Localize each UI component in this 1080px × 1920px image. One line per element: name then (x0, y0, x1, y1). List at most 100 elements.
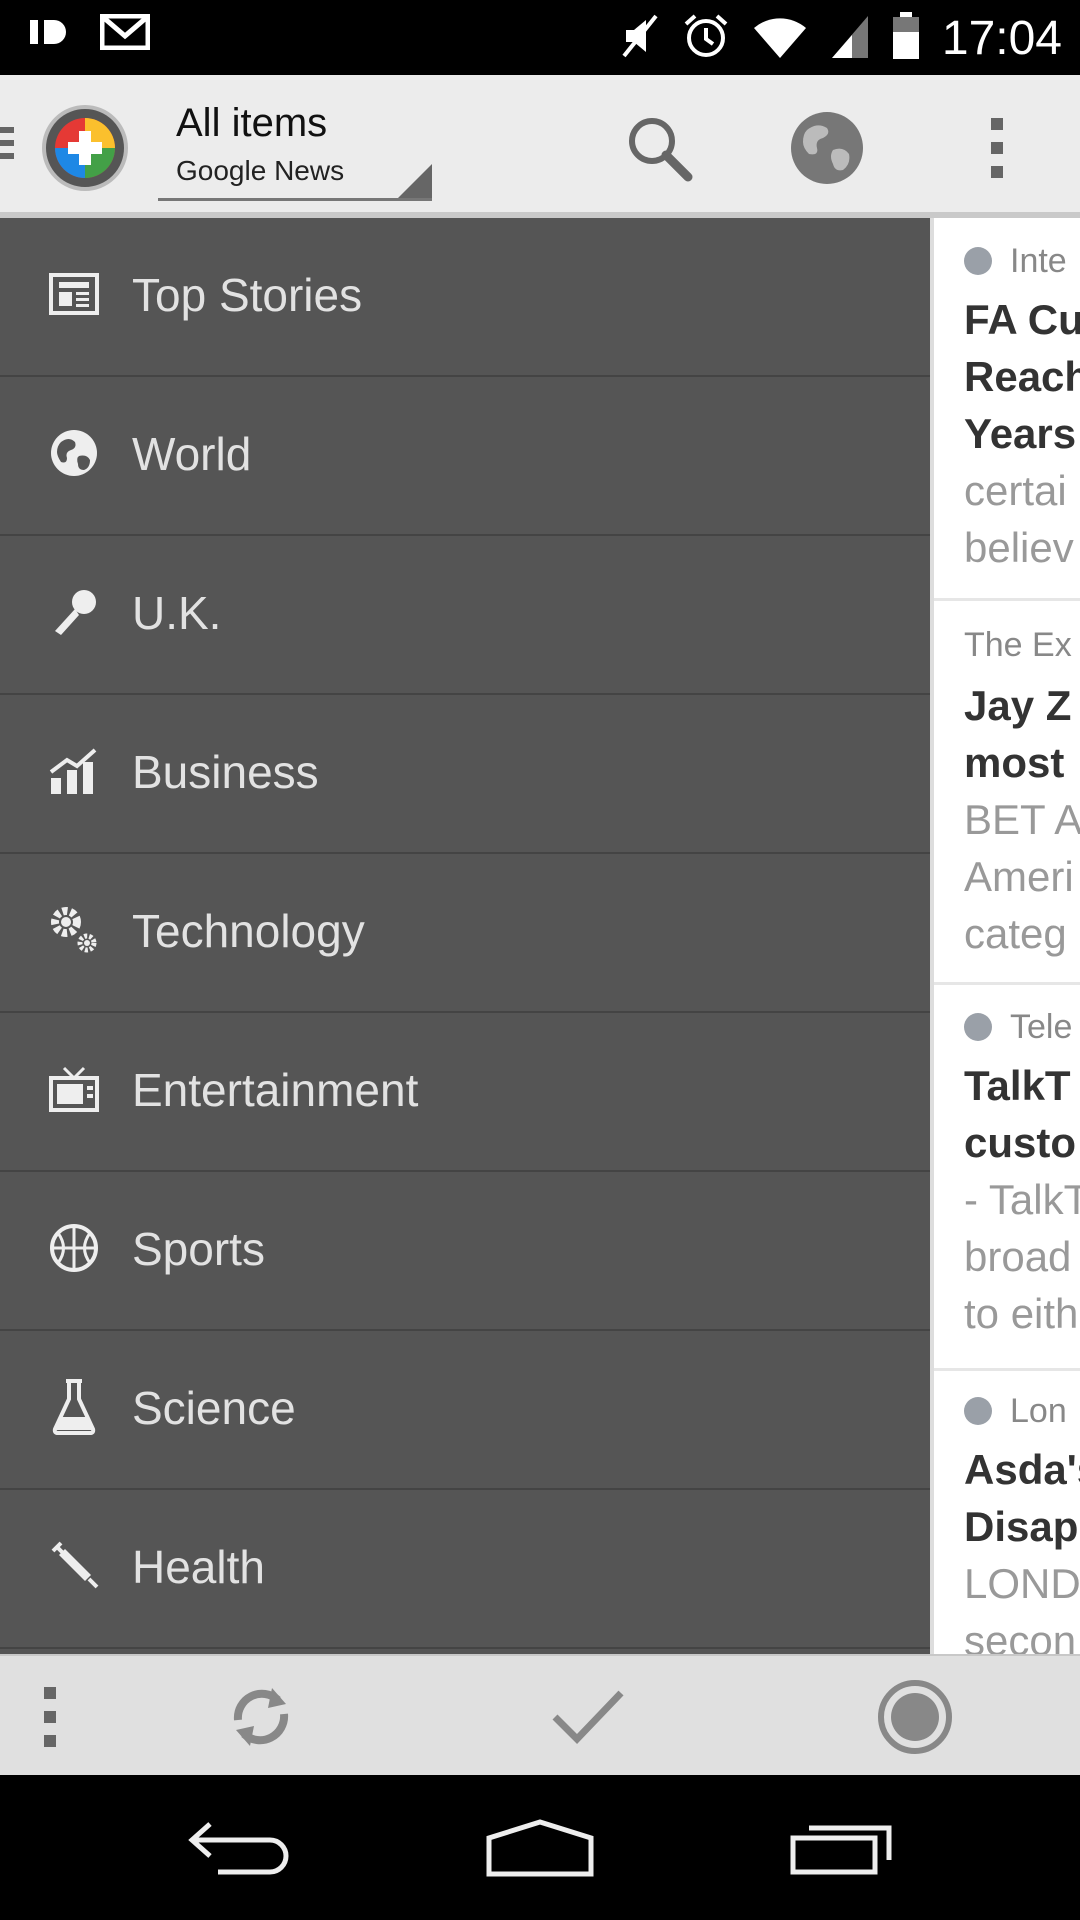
tv-icon (48, 1063, 100, 1115)
dolby-icon (30, 16, 72, 53)
feed-spinner[interactable]: All items Google News (158, 101, 432, 201)
drawer-item-uk[interactable]: U.K. (0, 536, 930, 695)
overflow-menu-icon[interactable] (954, 105, 1040, 191)
article-source-text: Inte (1010, 242, 1067, 280)
google-news-logo[interactable] (42, 105, 128, 191)
battery-icon (892, 11, 920, 65)
headline-line: Reach (964, 353, 1080, 400)
unread-dot-icon (964, 1397, 992, 1425)
gmail-icon (99, 13, 151, 55)
record-icon[interactable] (872, 1674, 958, 1760)
snippet-line: LOND (964, 1560, 1080, 1607)
drawer-item-technology[interactable]: Technology (0, 854, 930, 1013)
headline-line: most (964, 739, 1065, 786)
article-snippet: LOND secon (964, 1555, 1080, 1654)
drawer-item-label: Sports (132, 1223, 265, 1275)
article-headline: FA Cu Reach Years (964, 291, 1080, 462)
action-bar: All items Google News (0, 75, 1080, 218)
drawer-item-entertainment[interactable]: Entertainment (0, 1013, 930, 1172)
drawer-item-sports[interactable]: Sports (0, 1172, 930, 1331)
headline-line: Disap (964, 1503, 1079, 1550)
snippet-line: to eith (964, 1290, 1079, 1337)
drawer-item-label: World (132, 428, 252, 480)
article-snippet: - TalkT broad to eith (964, 1171, 1080, 1342)
article-headline: Asda's Disap (964, 1441, 1080, 1555)
page-title: All items (176, 101, 328, 145)
drawer-item-top-stories[interactable]: Top Stories (0, 218, 930, 377)
article-card[interactable]: The Ex Jay Z most BET A Ameri categ (964, 626, 1080, 962)
mute-icon (620, 12, 660, 65)
article-source: Lon (964, 1392, 1080, 1431)
syringe-icon (48, 1540, 100, 1592)
search-icon[interactable] (616, 105, 702, 191)
refresh-icon[interactable] (218, 1674, 304, 1760)
headline-line: Jay Z (964, 682, 1072, 729)
status-bar: 17:04 (0, 0, 1080, 75)
snippet-line: - TalkT (964, 1176, 1080, 1223)
ball-icon (48, 1222, 100, 1274)
drawer-item-label: Technology (132, 905, 365, 957)
snippet-line: broad (964, 1233, 1072, 1280)
microphone-icon (48, 586, 100, 638)
navigation-drawer: Top Stories World U.K. Business Technolo… (0, 218, 930, 1654)
article-card[interactable]: Inte FA Cu Reach Years certai believ (964, 242, 1080, 576)
divider (934, 982, 1080, 985)
article-source-text: Lon (1010, 1392, 1067, 1430)
drawer-item-label: Science (132, 1382, 296, 1434)
snippet-line: categ (964, 910, 1067, 957)
clock: 17:04 (941, 11, 1062, 65)
drawer-item-label: Entertainment (132, 1064, 419, 1116)
article-source: The Ex (964, 626, 1080, 665)
snippet-line: Ameri (964, 853, 1074, 900)
alarm-icon (682, 12, 730, 65)
article-card[interactable]: Tele TalkT custo - TalkT broad to eith (964, 1008, 1080, 1342)
drawer-item-world[interactable]: World (0, 377, 930, 536)
unread-dot-icon (964, 1013, 992, 1041)
headline-line: Asda's (964, 1446, 1080, 1493)
home-icon[interactable] (480, 1810, 600, 1886)
snippet-line: BET A (964, 796, 1080, 843)
article-snippet: certai believ (964, 462, 1080, 576)
headline-line: Years (964, 410, 1077, 457)
article-source-text: The Ex (964, 626, 1072, 664)
divider (934, 1368, 1080, 1371)
newspaper-icon (48, 268, 100, 320)
bottom-toolbar (0, 1654, 1080, 1775)
drawer-item-science[interactable]: Science (0, 1331, 930, 1490)
drawer-item-label: Health (132, 1541, 265, 1593)
article-source: Tele (964, 1008, 1080, 1047)
overflow-menu-icon[interactable] (20, 1674, 80, 1760)
chart-icon (48, 745, 100, 797)
globe-icon (48, 427, 100, 479)
article-snippet: BET A Ameri categ (964, 791, 1080, 962)
drawer-item-health[interactable]: Health (0, 1490, 930, 1649)
signal-icon (830, 12, 870, 65)
spinner-triangle-icon (398, 164, 432, 198)
flask-icon (48, 1379, 100, 1435)
divider (934, 598, 1080, 601)
article-headline: Jay Z most (964, 677, 1080, 791)
navigation-bar (0, 1775, 1080, 1920)
recents-icon[interactable] (782, 1810, 902, 1886)
drawer-item-business[interactable]: Business (0, 695, 930, 854)
drawer-item-label: Business (132, 746, 319, 798)
headline-line: custo (964, 1119, 1077, 1166)
article-list[interactable]: Inte FA Cu Reach Years certai believ The Ex… (930, 218, 1080, 1654)
snippet-line: secon (964, 1617, 1077, 1654)
page-subtitle: Google News (176, 155, 345, 186)
wifi-icon (752, 12, 808, 65)
drawer-indicator-icon[interactable] (0, 127, 14, 167)
snippet-line: believ (964, 524, 1074, 571)
unread-dot-icon (964, 247, 992, 275)
article-source: Inte (964, 242, 1080, 281)
mark-read-icon[interactable] (545, 1674, 631, 1760)
back-icon[interactable] (180, 1810, 300, 1886)
drawer-item-label: U.K. (132, 587, 222, 639)
drawer-item-label: Top Stories (132, 269, 363, 321)
article-headline: TalkT custo (964, 1057, 1080, 1171)
article-card[interactable]: Lon Asda's Disap LOND secon (964, 1392, 1080, 1654)
gears-icon (48, 904, 100, 956)
snippet-line: certai (964, 467, 1067, 514)
article-source-text: Tele (1010, 1008, 1073, 1046)
globe-icon[interactable] (784, 105, 870, 191)
